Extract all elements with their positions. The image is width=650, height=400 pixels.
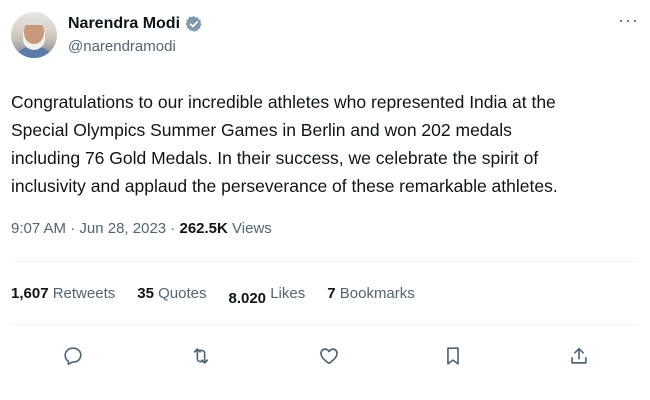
like-button[interactable] bbox=[311, 338, 347, 374]
quotes-label: Quotes bbox=[158, 285, 207, 302]
avatar-hair bbox=[25, 18, 43, 25]
divider bbox=[11, 324, 639, 325]
more-options-icon[interactable]: ··· bbox=[618, 10, 639, 31]
quotes-stat[interactable]: 35 Quotes bbox=[137, 285, 206, 302]
like-icon bbox=[320, 348, 338, 365]
retweet-icon bbox=[193, 348, 209, 364]
bookmarks-count: 7 bbox=[327, 285, 336, 302]
retweets-stat[interactable]: 1,607 Retweets bbox=[11, 285, 115, 302]
likes-count: 8.020 bbox=[228, 290, 267, 307]
likes-label: Likes bbox=[270, 285, 306, 302]
retweets-label: Retweets bbox=[52, 285, 116, 302]
tweet-stats: 1,607 Retweets 35 Quotes 8.020 Likes 7 B… bbox=[11, 285, 437, 307]
tweet-actions bbox=[0, 338, 650, 374]
verified-badge-icon bbox=[185, 16, 202, 32]
bookmark-button[interactable] bbox=[435, 338, 471, 374]
retweet-button[interactable] bbox=[183, 338, 219, 374]
avatar[interactable] bbox=[11, 12, 57, 58]
quotes-count: 35 bbox=[137, 285, 154, 302]
share-icon bbox=[571, 347, 587, 364]
share-button[interactable] bbox=[561, 338, 597, 374]
reply-icon bbox=[64, 347, 82, 366]
views-label: Views bbox=[232, 220, 272, 237]
tweet-line: Congratulations to our incredible athlet… bbox=[11, 92, 556, 112]
tweet-line: including 76 Gold Medals. In their succe… bbox=[11, 148, 539, 168]
retweets-count: 1,607 bbox=[11, 285, 49, 302]
bookmark-icon bbox=[447, 347, 459, 365]
bookmarks-label: Bookmarks bbox=[339, 285, 415, 302]
likes-stat[interactable]: 8.020 Likes bbox=[228, 285, 306, 307]
meta-separator: · bbox=[166, 220, 180, 237]
divider bbox=[11, 261, 639, 262]
name-row: Narendra Modi bbox=[68, 15, 203, 33]
tweet-meta: 9:07 AM · Jun 28, 2023 · 262.5K Views bbox=[11, 220, 272, 237]
author-name[interactable]: Narendra Modi bbox=[68, 15, 180, 33]
tweet-line: Special Olympics Summer Games in Berlin … bbox=[11, 120, 512, 140]
tweet-time[interactable]: 9:07 AM bbox=[11, 220, 66, 237]
tweet-header: Narendra Modi @narendramodi ··· bbox=[11, 10, 641, 62]
bookmarks-stat[interactable]: 7 Bookmarks bbox=[327, 285, 415, 302]
tweet-date[interactable]: Jun 28, 2023 bbox=[79, 220, 166, 237]
views-count: 262.5K bbox=[179, 220, 228, 237]
tweet-text: Congratulations to our incredible athlet… bbox=[11, 88, 639, 200]
author-handle[interactable]: @narendramodi bbox=[68, 38, 176, 55]
reply-button[interactable] bbox=[55, 338, 91, 374]
meta-separator: · bbox=[66, 220, 80, 237]
tweet-line: inclusivity and applaud the perseverance… bbox=[11, 176, 558, 196]
